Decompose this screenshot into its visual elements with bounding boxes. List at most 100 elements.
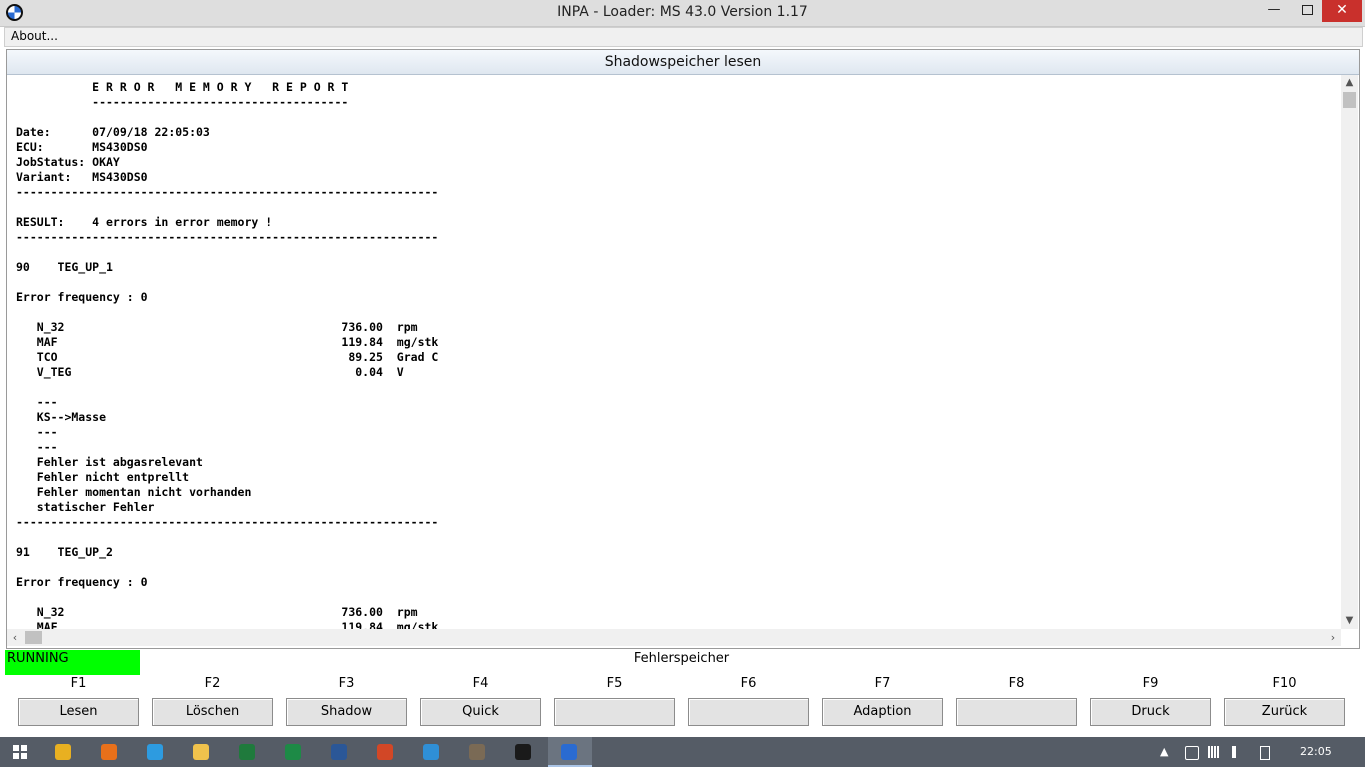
- fkey-button-f1[interactable]: Lesen: [18, 698, 139, 726]
- gimp-icon: [469, 744, 485, 760]
- windows-logo-icon: [13, 745, 27, 759]
- menu-item-about[interactable]: About...: [11, 29, 58, 43]
- fkey-label-f2: F2: [204, 676, 221, 691]
- minimize-button[interactable]: —: [1256, 0, 1292, 22]
- report-line: Fehler ist abgasrelevant: [16, 455, 203, 469]
- scroll-up-arrow-icon[interactable]: ▲: [1341, 75, 1358, 91]
- fkey-button-f8[interactable]: [956, 698, 1077, 726]
- title-bar: INPA - Loader: MS 43.0 Version 1.17 — ✕: [0, 0, 1365, 27]
- taskbar-app-button[interactable]: [226, 737, 270, 767]
- fkey-button-f4[interactable]: Quick: [420, 698, 541, 726]
- network-icon[interactable]: [1208, 746, 1220, 758]
- powerpoint-icon: [377, 744, 393, 760]
- taskbar-app-button[interactable]: [410, 737, 454, 767]
- fkey-button-f3[interactable]: Shadow: [286, 698, 407, 726]
- report-line: -------------------------------------: [16, 95, 349, 109]
- report-text-area[interactable]: E R R O R M E M O R Y R E P O R T ------…: [7, 75, 1341, 629]
- fkey-button-f2[interactable]: Löschen: [152, 698, 273, 726]
- report-line: ---: [16, 395, 58, 409]
- report-line: RESULT: 4 errors in error memory !: [16, 215, 273, 229]
- excel-icon-b: [285, 744, 301, 760]
- taskbar-app-button[interactable]: [42, 737, 86, 767]
- report-line: Date: 07/09/18 22:05:03: [16, 125, 210, 139]
- fkey-label-f7: F7: [874, 676, 891, 691]
- report-line: Error frequency : 0: [16, 290, 148, 304]
- fkey-label-f4: F4: [472, 676, 489, 691]
- report-line: E R R O R M E M O R Y R E P O R T: [16, 80, 349, 94]
- fkey-label-f3: F3: [338, 676, 355, 691]
- fkey-button-f10[interactable]: Zurück: [1224, 698, 1345, 726]
- report-line: Fehler nicht entprellt: [16, 470, 190, 484]
- horizontal-scroll-thumb[interactable]: [25, 631, 42, 644]
- report-line: ECU: MS430DS0: [16, 140, 148, 154]
- report-line: 91 TEG_UP_2: [16, 545, 113, 559]
- panel-title: Shadowspeicher lesen: [7, 50, 1359, 75]
- horizontal-scrollbar[interactable]: ‹ ›: [7, 629, 1341, 646]
- report-line: KS-->Masse: [16, 410, 107, 424]
- inpa-bmw-icon: [561, 744, 577, 760]
- report-line: ---: [16, 425, 58, 439]
- app-blue-icon: [423, 744, 439, 760]
- report-line: 90 TEG_UP_1: [16, 260, 113, 274]
- taskbar-app-button[interactable]: [88, 737, 132, 767]
- report-line: ---: [16, 440, 58, 454]
- fkey-label-f10: F10: [1272, 676, 1297, 691]
- chrome-icon: [55, 744, 71, 760]
- fkey-label-f6: F6: [740, 676, 757, 691]
- report-line: MAF 119.84 mg/stk: [16, 335, 439, 349]
- fkey-button-f7[interactable]: Adaption: [822, 698, 943, 726]
- report-panel: Shadowspeicher lesen E R R O R M E M O R…: [6, 49, 1360, 649]
- taskbar-app-button[interactable]: [134, 737, 178, 767]
- window-title: INPA - Loader: MS 43.0 Version 1.17: [557, 4, 808, 20]
- scroll-down-arrow-icon[interactable]: ▼: [1341, 613, 1358, 629]
- fkey-label-f8: F8: [1008, 676, 1025, 691]
- report-line: JobStatus: OKAY: [16, 155, 120, 169]
- fkey-label-f5: F5: [606, 676, 623, 691]
- report-line: Variant: MS430DS0: [16, 170, 148, 184]
- status-running-badge: RUNNING: [5, 650, 140, 675]
- fkey-label-f1: F1: [70, 676, 87, 691]
- action-center-icon[interactable]: [1185, 746, 1199, 760]
- taskbar-app-button[interactable]: [364, 737, 408, 767]
- terminal-icon: [515, 744, 531, 760]
- taskbar-app-button[interactable]: [502, 737, 546, 767]
- fkey-button-f6[interactable]: [688, 698, 809, 726]
- battery-icon[interactable]: [1260, 746, 1270, 760]
- vertical-scroll-thumb[interactable]: [1343, 92, 1356, 108]
- taskbar: ▲ 22:05: [0, 737, 1365, 767]
- firefox-icon: [101, 744, 117, 760]
- report-line: N_32 736.00 rpm: [16, 320, 418, 334]
- excel-icon-a: [239, 744, 255, 760]
- maximize-button[interactable]: [1292, 0, 1322, 22]
- taskbar-app-button[interactable]: [272, 737, 316, 767]
- taskbar-app-button[interactable]: [180, 737, 224, 767]
- report-line: ----------------------------------------…: [16, 230, 439, 244]
- report-line: ----------------------------------------…: [16, 515, 439, 529]
- taskbar-app-button[interactable]: [548, 737, 592, 767]
- ie-icon: [147, 744, 163, 760]
- close-button[interactable]: ✕: [1322, 0, 1362, 22]
- report-line: ----------------------------------------…: [16, 185, 439, 199]
- report-line: Fehler momentan nicht vorhanden: [16, 485, 252, 499]
- report-line: statischer Fehler: [16, 500, 155, 514]
- report-line: V_TEG 0.04 V: [16, 365, 404, 379]
- fkey-label-f9: F9: [1142, 676, 1159, 691]
- taskbar-app-button[interactable]: [318, 737, 362, 767]
- menu-bar: About...: [4, 27, 1363, 47]
- taskbar-app-button[interactable]: [456, 737, 500, 767]
- report-line: TCO 89.25 Grad C: [16, 350, 439, 364]
- fkey-button-f9[interactable]: Druck: [1090, 698, 1211, 726]
- volume-icon[interactable]: [1232, 746, 1248, 758]
- show-hidden-icons-button[interactable]: ▲: [1160, 737, 1168, 767]
- fkey-button-f5[interactable]: [554, 698, 675, 726]
- start-button[interactable]: [0, 737, 44, 767]
- report-line: MAF 119.84 mg/stk: [16, 620, 439, 629]
- scroll-left-arrow-icon[interactable]: ‹: [7, 629, 23, 646]
- taskbar-clock[interactable]: 22:05: [1300, 737, 1332, 767]
- report-line: N_32 736.00 rpm: [16, 605, 418, 619]
- status-label: Fehlerspeicher: [633, 651, 730, 666]
- word-icon: [331, 744, 347, 760]
- scroll-right-arrow-icon[interactable]: ›: [1325, 629, 1341, 646]
- vertical-scrollbar[interactable]: ▲ ▼: [1341, 75, 1358, 629]
- report-line: Error frequency : 0: [16, 575, 148, 589]
